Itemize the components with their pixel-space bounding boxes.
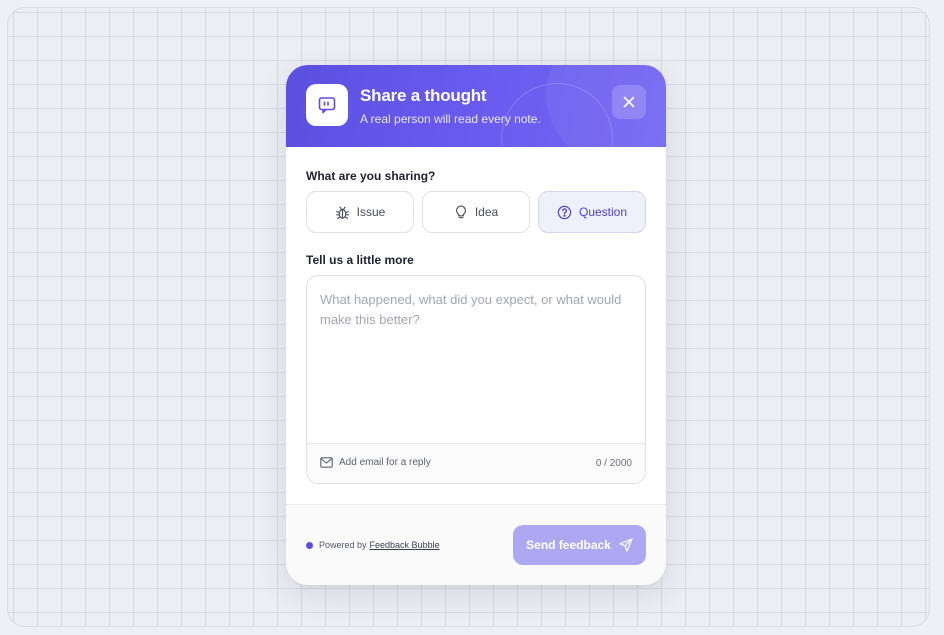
mail-icon [320,457,333,468]
question-circle-icon [557,205,572,219]
powered-by-text: Powered by [319,540,367,550]
chat-quote-icon [306,84,348,126]
lightbulb-icon [455,204,466,218]
character-counter: 0 / 2000 [595,458,632,469]
feedback-dialog: Share a thought A real person will read … [286,65,666,585]
send-feedback-button[interactable]: Send feedback [513,525,646,565]
details-section-label: Tell us a little more [306,253,414,267]
dialog-footer: Powered by Feedback Bubble Send feedback [286,505,666,585]
dialog-header: Share a thought A real person will read … [286,65,666,147]
add-email-label: Add email for a reply [339,457,431,468]
feedback-type-selector: Issue Idea Question [306,191,646,233]
brand-link[interactable]: Feedback Bubble [370,540,440,550]
add-email-link[interactable]: Add email for a reply [320,457,431,468]
type-section-label: What are you sharing? [306,169,436,183]
bug-icon [335,206,349,219]
feedback-message-input[interactable] [307,276,645,443]
close-button[interactable] [612,85,646,119]
type-option-label: Question [578,205,628,219]
send-icon [619,538,633,552]
close-icon [623,96,635,108]
dialog-title: Share a thought [360,86,487,105]
type-option-idea[interactable]: Idea [422,191,530,233]
type-option-issue[interactable]: Issue [306,191,414,233]
send-feedback-label: Send feedback [526,538,611,552]
grid-background: Share a thought A real person will read … [7,7,930,627]
dialog-subtitle: A real person will read every note. [360,112,541,126]
powered-by: Powered by Feedback Bubble [306,540,440,550]
message-box-footer: Add email for a reply 0 / 2000 [307,443,645,483]
type-option-label: Issue [356,205,386,219]
status-dot [306,541,313,549]
type-option-question[interactable]: Question [538,191,646,233]
feedback-message-box: Add email for a reply 0 / 2000 [306,275,646,484]
type-option-label: Idea [474,205,499,219]
